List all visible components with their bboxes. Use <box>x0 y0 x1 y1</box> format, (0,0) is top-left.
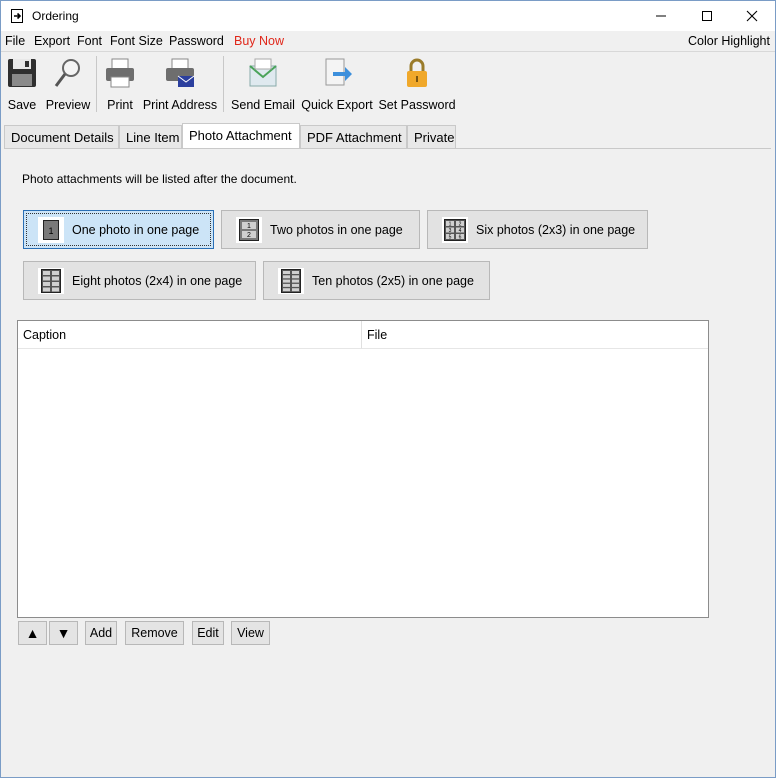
send-email-label: Send Email <box>231 98 295 112</box>
set-password-label: Set Password <box>378 98 456 112</box>
lock-icon <box>407 58 427 87</box>
two-photos-icon: 12 <box>236 216 262 243</box>
print-address-label: Print Address <box>142 98 218 112</box>
column-header-caption[interactable]: Caption <box>18 321 362 349</box>
svg-text:6: 6 <box>459 234 462 240</box>
menu-buy-now[interactable]: Buy Now <box>234 34 284 48</box>
down-arrow-icon: ▼ <box>56 625 71 641</box>
eight-photos-label: Eight photos (2x4) in one page <box>72 273 243 288</box>
tab-line-item[interactable]: Line Item <box>119 125 182 148</box>
close-icon <box>746 10 758 22</box>
save-icon <box>8 59 36 87</box>
attachment-table[interactable]: Caption File <box>17 320 709 618</box>
edit-button[interactable]: Edit <box>192 621 224 645</box>
menu-color-highlight[interactable]: Color Highlight <box>688 34 770 48</box>
save-button[interactable]: Save <box>5 56 39 114</box>
menu-bar: File Export Font Font Size Password Buy … <box>1 31 775 51</box>
tab-photo-attachment[interactable]: Photo Attachment <box>182 123 300 149</box>
two-photos-button[interactable]: 12 Two photos in one page <box>221 210 420 249</box>
add-button[interactable]: Add <box>85 621 117 645</box>
send-email-button[interactable]: Send Email <box>230 56 296 114</box>
toolbar: Save Preview Print Print Address Send Em… <box>1 51 775 117</box>
email-icon <box>249 58 277 87</box>
svg-text:1: 1 <box>449 221 452 227</box>
preview-icon <box>54 59 80 87</box>
title-bar: Ordering <box>1 1 775 31</box>
ten-photos-label: Ten photos (2x5) in one page <box>312 273 474 288</box>
print-address-icon <box>166 58 195 87</box>
move-up-button[interactable]: ▲ <box>18 621 47 645</box>
up-arrow-icon: ▲ <box>25 625 40 641</box>
one-photo-button[interactable]: 1 One photo in one page <box>23 210 214 249</box>
view-button[interactable]: View <box>231 621 270 645</box>
quick-export-button[interactable]: Quick Export <box>301 56 373 114</box>
eight-photos-button[interactable]: Eight photos (2x4) in one page <box>23 261 256 300</box>
svg-text:3: 3 <box>449 228 452 234</box>
app-icon <box>11 9 23 23</box>
one-photo-label: One photo in one page <box>72 222 200 237</box>
export-icon <box>325 58 352 86</box>
column-header-file[interactable]: File <box>362 321 708 349</box>
svg-text:4: 4 <box>459 228 462 234</box>
preview-label: Preview <box>45 98 91 112</box>
tab-document-details[interactable]: Document Details <box>4 125 119 148</box>
menu-font-size[interactable]: Font Size <box>110 34 163 48</box>
six-photos-icon: 1 2 3 4 5 6 <box>442 216 468 243</box>
preview-button[interactable]: Preview <box>45 56 91 114</box>
printer-icon <box>106 58 134 88</box>
menu-file[interactable]: File <box>5 34 25 48</box>
photo-attachment-panel: Photo attachments will be listed after t… <box>4 148 771 774</box>
ten-photos-button[interactable]: Ten photos (2x5) in one page <box>263 261 490 300</box>
window-title: Ordering <box>32 9 79 23</box>
svg-text:1: 1 <box>48 226 53 236</box>
svg-text:2: 2 <box>247 232 251 239</box>
remove-button[interactable]: Remove <box>125 621 184 645</box>
info-text: Photo attachments will be listed after t… <box>22 172 297 186</box>
menu-font[interactable]: Font <box>77 34 102 48</box>
svg-text:2: 2 <box>459 221 462 227</box>
set-password-button[interactable]: Set Password <box>378 56 456 114</box>
maximize-icon <box>702 11 712 21</box>
menu-export[interactable]: Export <box>34 34 70 48</box>
svg-text:5: 5 <box>449 234 452 240</box>
print-address-button[interactable]: Print Address <box>142 56 218 114</box>
print-button[interactable]: Print <box>103 56 137 114</box>
move-down-button[interactable]: ▼ <box>49 621 78 645</box>
close-button[interactable] <box>729 1 775 31</box>
one-photo-icon: 1 <box>38 216 64 243</box>
minimize-icon <box>656 15 666 17</box>
toolbar-separator <box>223 56 224 112</box>
save-label: Save <box>7 98 37 112</box>
svg-text:1: 1 <box>247 223 251 230</box>
print-label: Print <box>107 98 133 112</box>
toolbar-separator <box>96 56 97 112</box>
eight-photos-icon <box>38 267 64 294</box>
six-photos-button[interactable]: 1 2 3 4 5 6 Six photos (2x3) in one page <box>427 210 648 249</box>
menu-password[interactable]: Password <box>169 34 224 48</box>
two-photos-label: Two photos in one page <box>270 222 403 237</box>
ten-photos-icon <box>278 267 304 294</box>
app-window: Ordering File Export Font Font Size Pass… <box>0 0 776 778</box>
quick-export-label: Quick Export <box>301 98 373 112</box>
six-photos-label: Six photos (2x3) in one page <box>476 222 636 237</box>
maximize-button[interactable] <box>684 1 730 31</box>
minimize-button[interactable] <box>638 1 684 31</box>
tab-private[interactable]: Private <box>407 125 456 148</box>
tab-pdf-attachment[interactable]: PDF Attachment <box>300 125 407 148</box>
